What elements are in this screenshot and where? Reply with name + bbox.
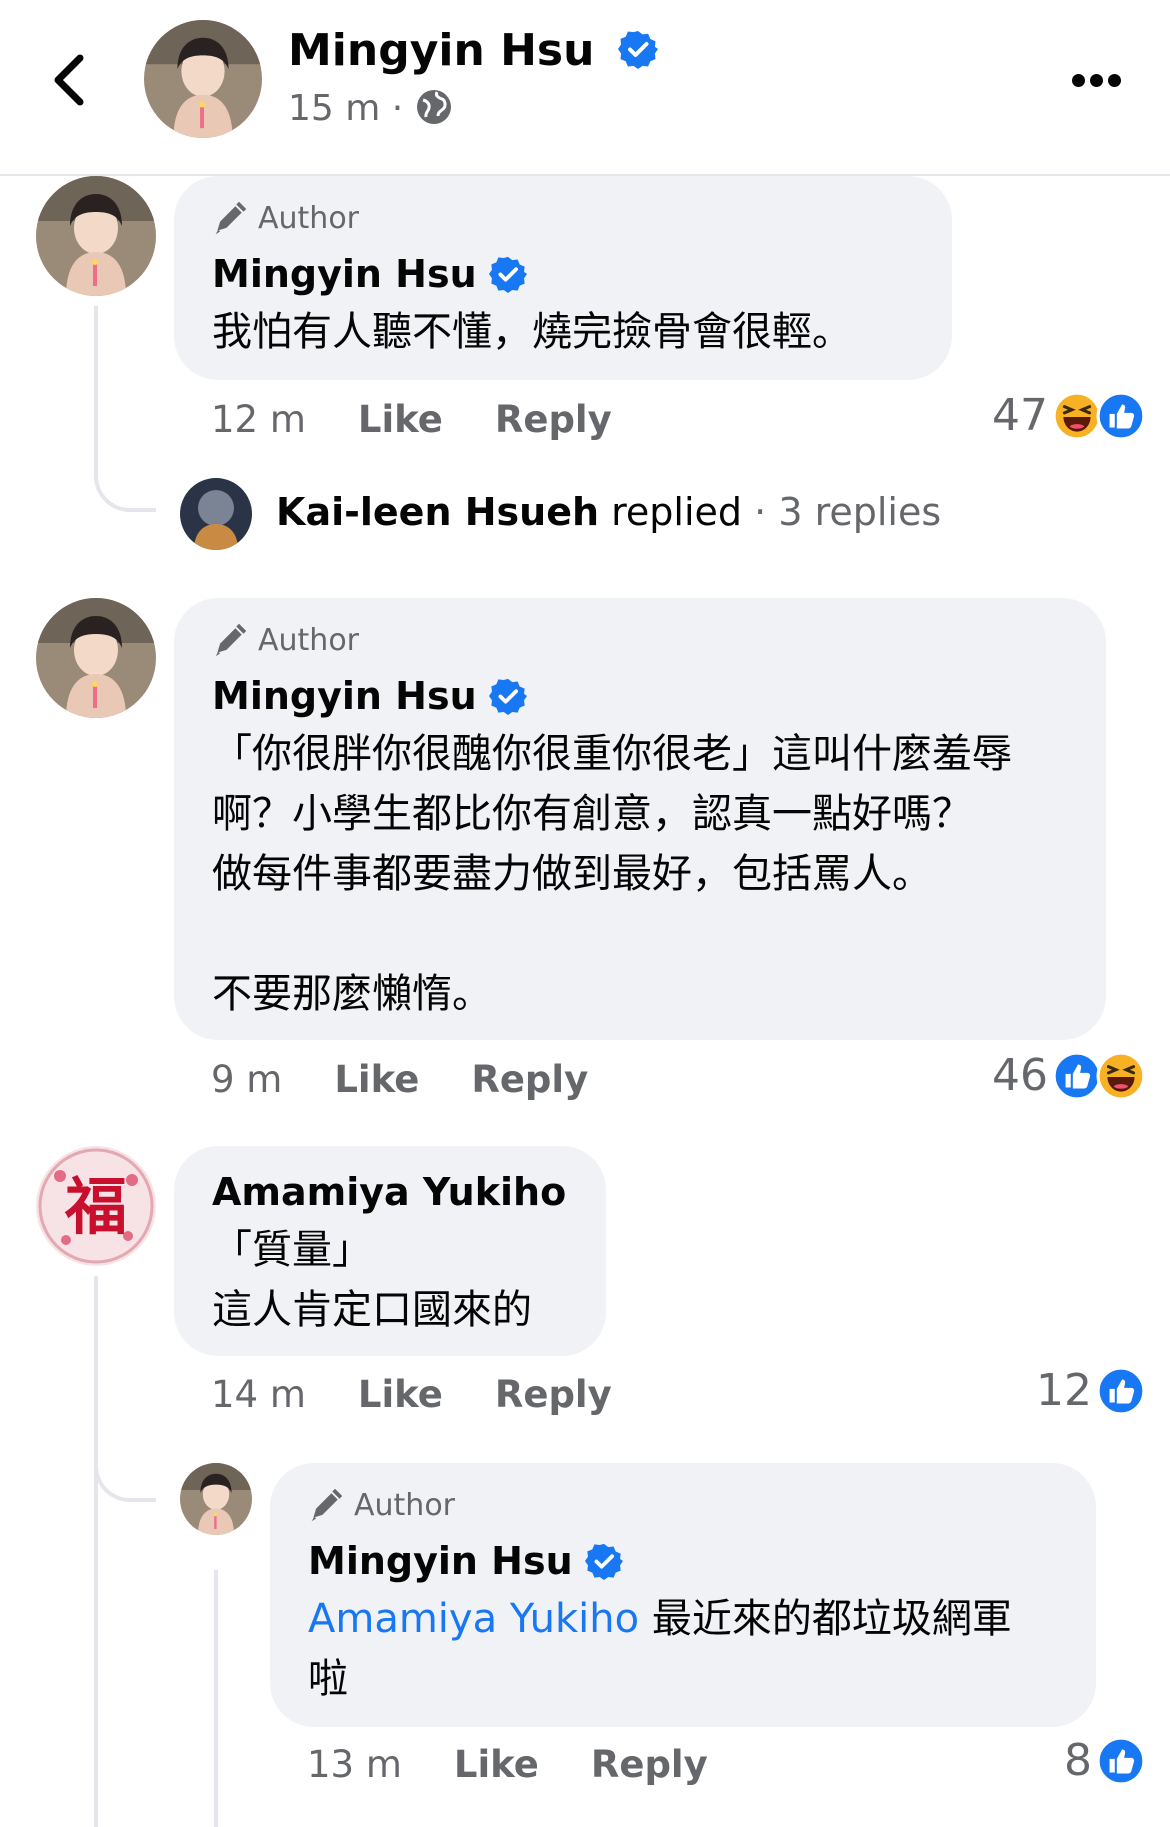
like-button[interactable]: Like: [334, 1058, 419, 1101]
reply-bubble[interactable]: Author Mingyin Hsu Amamiya Yukiho 最近來的都垃…: [270, 1463, 1096, 1727]
pen-icon: [212, 200, 248, 236]
reply-button[interactable]: Reply: [495, 398, 612, 441]
comment-time[interactable]: 13 m: [307, 1743, 402, 1786]
thread-connector: [94, 1276, 156, 1502]
comment-text: 「質量」 這人肯定口國來的: [212, 1227, 532, 1333]
reaction-count: 8: [1064, 1735, 1092, 1786]
author-tag: Author: [212, 200, 359, 236]
post-time[interactable]: 15 m: [288, 88, 380, 129]
comment-author-name[interactable]: Mingyin Hsu: [212, 252, 527, 296]
reply-button[interactable]: Reply: [471, 1058, 588, 1101]
like-reaction-icon: [1096, 391, 1146, 441]
reaction-count: 46: [992, 1050, 1048, 1101]
avatar-glyph: 福: [64, 1170, 127, 1243]
comment-text: 「你很胖你很醜你很重你很老」這叫什麼羞辱 啊？小學生都比你有創意，認真一點好嗎？…: [212, 731, 1012, 1017]
reaction-count: 47: [992, 390, 1048, 441]
verified-badge-icon: [489, 677, 527, 715]
post-header: Mingyin Hsu 15 m ·: [0, 0, 1170, 176]
author-tag: Author: [212, 622, 359, 658]
comment-avatar[interactable]: [36, 598, 156, 718]
globe-icon: [416, 90, 451, 124]
more-options-button[interactable]: [1072, 72, 1126, 91]
reaction-summary[interactable]: 46: [992, 1050, 1146, 1101]
comment-text: Amamiya Yukiho 最近來的都垃圾網軍啦: [308, 1596, 1012, 1702]
reaction-summary[interactable]: 8: [1064, 1735, 1146, 1786]
thread-connector: [214, 1570, 218, 1827]
comment-actions: 12 m Like Reply: [211, 398, 612, 441]
reaction-summary[interactable]: 12: [1036, 1365, 1146, 1416]
author-avatar[interactable]: [144, 20, 262, 138]
comment-author-name[interactable]: Mingyin Hsu: [308, 1539, 623, 1583]
thread-connector: [94, 306, 156, 512]
comment-actions: 14 m Like Reply: [211, 1373, 612, 1416]
reply-button[interactable]: Reply: [591, 1743, 708, 1786]
comment-bubble[interactable]: Author Mingyin Hsu 我怕有人聽不懂，燒完撿骨會很輕。: [174, 176, 952, 380]
view-replies-link[interactable]: Kai-leen Hsueh replied · 3 replies: [276, 490, 941, 534]
comment-bubble[interactable]: Author Mingyin Hsu 「你很胖你很醜你很重你很老」這叫什麼羞辱 …: [174, 598, 1106, 1040]
like-reaction-icon: [1096, 1736, 1146, 1786]
back-button[interactable]: [50, 52, 90, 108]
haha-reaction-icon: [1096, 1051, 1146, 1101]
comment-avatar[interactable]: [36, 176, 156, 296]
comment-text: 我怕有人聽不懂，燒完撿骨會很輕。: [212, 309, 852, 355]
verified-badge-icon: [489, 255, 527, 293]
more-dots-icon: [1072, 74, 1085, 87]
reaction-summary[interactable]: 47: [992, 390, 1146, 441]
like-reaction-icon: [1096, 1366, 1146, 1416]
like-reaction-icon: [1052, 1051, 1102, 1101]
haha-reaction-icon: [1052, 391, 1102, 441]
comment-avatar[interactable]: 福: [36, 1146, 156, 1266]
comment-author-name[interactable]: Amamiya Yukiho: [212, 1170, 566, 1214]
reply-avatar[interactable]: [180, 1463, 252, 1535]
comment-bubble[interactable]: Amamiya Yukiho 「質量」 這人肯定口國來的: [174, 1146, 606, 1356]
comment-actions: 13 m Like Reply: [307, 1743, 708, 1786]
like-button[interactable]: Like: [358, 1373, 443, 1416]
comment-time[interactable]: 14 m: [211, 1373, 306, 1416]
verified-badge-icon: [585, 1542, 623, 1580]
author-tag: Author: [308, 1487, 455, 1523]
pen-icon: [308, 1487, 344, 1523]
comment-actions: 9 m Like Reply: [211, 1058, 588, 1101]
meta-separator: ·: [391, 88, 404, 129]
reply-avatar[interactable]: [180, 478, 252, 550]
like-button[interactable]: Like: [358, 398, 443, 441]
pen-icon: [212, 622, 248, 658]
comment-author-name[interactable]: Mingyin Hsu: [212, 674, 527, 718]
post-author-name[interactable]: Mingyin Hsu: [288, 25, 658, 76]
chevron-left-icon: [54, 54, 84, 106]
comment-time[interactable]: 9 m: [211, 1058, 282, 1101]
reply-button[interactable]: Reply: [495, 1373, 612, 1416]
like-button[interactable]: Like: [454, 1743, 539, 1786]
comment-time[interactable]: 12 m: [211, 398, 306, 441]
verified-badge-icon: [618, 29, 658, 69]
mention-link[interactable]: Amamiya Yukiho: [308, 1596, 639, 1642]
post-meta: 15 m ·: [288, 88, 453, 129]
reaction-count: 12: [1036, 1365, 1092, 1416]
